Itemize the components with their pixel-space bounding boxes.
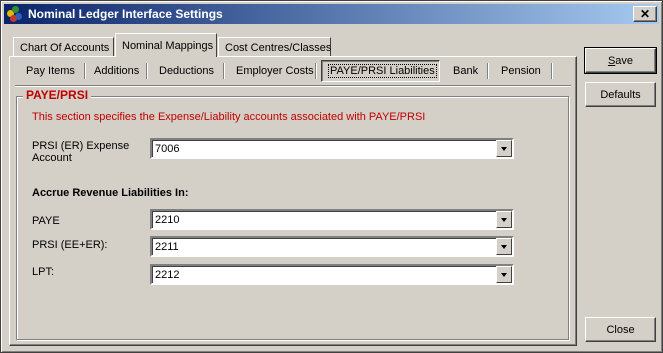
dropdown-arrow-icon[interactable]	[496, 266, 512, 283]
app-icon	[7, 6, 23, 22]
window-title: Nominal Ledger Interface Settings	[28, 7, 223, 21]
lpt-label: LPT:	[32, 266, 55, 278]
group-description: This section specifies the Expense/Liabi…	[32, 111, 426, 123]
subtab-deductions[interactable]: Deductions	[153, 60, 225, 82]
subtab-label: Bank	[453, 65, 479, 77]
subtab-employer-costs[interactable]: Employer Costs	[230, 60, 317, 82]
subtab-label: Deductions	[159, 65, 215, 77]
paye-label: PAYE	[32, 215, 60, 227]
subtab-paye-prsi-liabilities[interactable]: PAYE/PRSI Liabilities	[321, 60, 440, 82]
close-button[interactable]: Close	[585, 317, 656, 342]
dropdown-arrow-icon[interactable]	[496, 211, 512, 228]
subtab-label: Pension	[501, 65, 541, 77]
lpt-combo[interactable]: 2212	[150, 264, 514, 285]
close-icon: ✕	[639, 7, 651, 21]
save-label-accel: S	[607, 54, 616, 67]
combo-value: 2212	[155, 268, 180, 281]
prsi-label: PRSI (EE+ER):	[32, 239, 108, 251]
subtab-label: Pay Items	[26, 65, 75, 77]
group-title: PAYE/PRSI	[23, 88, 92, 102]
subtab-label: Additions	[94, 65, 140, 77]
subtab-divider	[15, 85, 571, 87]
title-bar[interactable]: Nominal Ledger Interface Settings ✕	[4, 4, 659, 24]
tab-cost-centres-classes[interactable]: Cost Centres/Classes	[218, 37, 331, 57]
expense-account-label-line1: PRSI (ER) Expense	[32, 140, 130, 152]
subtab-additions[interactable]: Additions	[88, 60, 148, 82]
tab-label: Chart Of Accounts	[20, 41, 110, 54]
tab-label: Nominal Mappings	[122, 39, 214, 52]
combo-value: 7006	[155, 142, 180, 155]
defaults-label: Defaults	[600, 88, 641, 101]
settings-window: Nominal Ledger Interface Settings ✕ Char…	[0, 0, 663, 353]
combo-value: 2211	[155, 240, 179, 253]
defaults-button[interactable]: Defaults	[585, 82, 656, 107]
tab-chart-of-accounts[interactable]: Chart Of Accounts	[13, 37, 114, 57]
expense-account-label-line2: Account	[32, 152, 72, 164]
save-label-rest: ave	[615, 54, 634, 67]
subtab-label: PAYE/PRSI Liabilities	[328, 64, 437, 78]
prsi-combo[interactable]: 2211	[150, 236, 514, 257]
tab-label: Cost Centres/Classes	[225, 41, 332, 54]
combo-value: 2210	[155, 213, 180, 226]
subtab-pay-items[interactable]: Pay Items	[20, 60, 86, 82]
save-button[interactable]: Save	[584, 47, 657, 74]
paye-combo[interactable]: 2210	[150, 209, 514, 230]
close-label: Close	[606, 323, 635, 336]
tab-nominal-mappings[interactable]: Nominal Mappings	[115, 33, 217, 57]
close-window-button[interactable]: ✕	[633, 6, 657, 22]
dropdown-arrow-icon[interactable]	[496, 238, 512, 255]
subtab-label: Employer Costs	[236, 65, 314, 77]
dropdown-arrow-icon[interactable]	[496, 140, 512, 157]
expense-account-combo[interactable]: 7006	[150, 138, 514, 159]
subtab-bank[interactable]: Bank	[447, 60, 489, 82]
accrue-heading: Accrue Revenue Liabilities In:	[32, 187, 189, 199]
subtab-pension[interactable]: Pension	[495, 60, 553, 82]
